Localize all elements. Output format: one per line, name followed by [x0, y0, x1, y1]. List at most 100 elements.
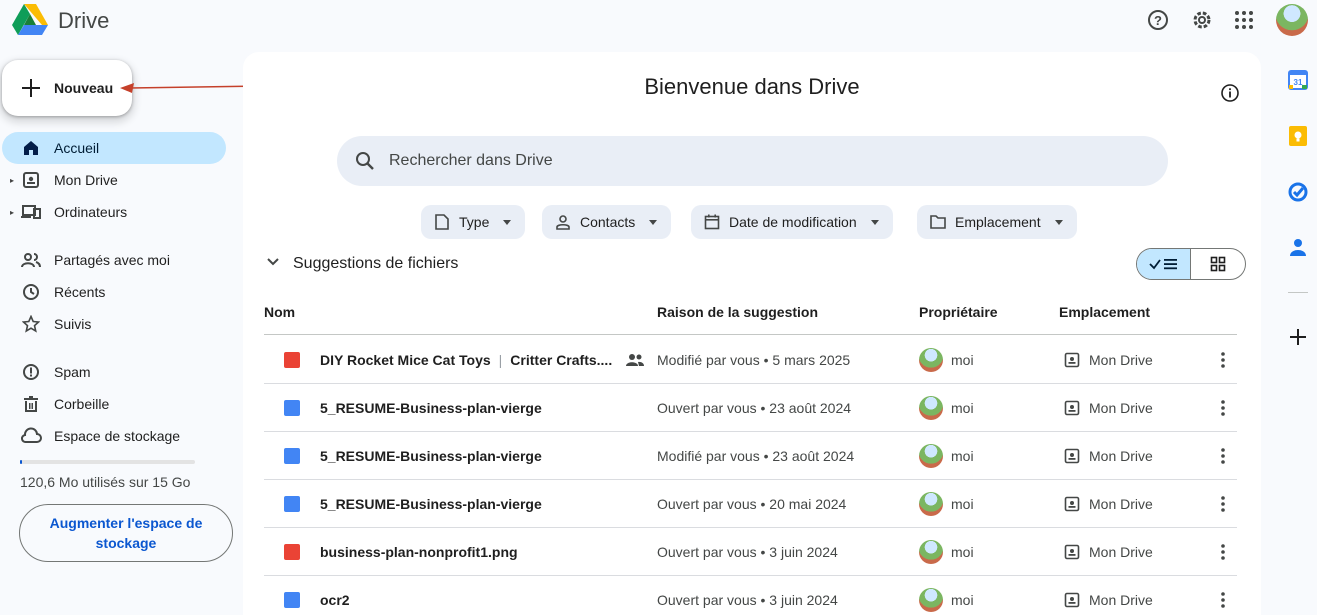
nav-item-storage[interactable]: Espace de stockage	[2, 420, 226, 452]
filter-label: Date de modification	[729, 214, 857, 230]
nav-item-shared[interactable]: Partagés avec moi	[2, 244, 226, 276]
search-icon[interactable]	[353, 149, 377, 173]
calendar-app-icon[interactable]: 31	[1287, 69, 1309, 91]
app-title[interactable]: Drive	[58, 8, 109, 34]
list-view-button[interactable]	[1137, 249, 1192, 279]
cloud-icon	[20, 425, 42, 447]
person-icon	[554, 213, 572, 231]
suggestion-reason: Ouvert par vous • 3 juin 2024	[657, 544, 838, 560]
file-location[interactable]: Mon Drive	[1089, 400, 1153, 416]
expand-caret-icon[interactable]: ▸	[10, 208, 16, 217]
nav-item-computers[interactable]: ▸ Ordinateurs	[2, 196, 226, 228]
nav-item-label: Récents	[54, 284, 106, 300]
table-row[interactable]: 5_RESUME-Business-plan-vierge Ouvert par…	[264, 480, 1237, 528]
more-vert-icon[interactable]	[1214, 350, 1232, 370]
search-input[interactable]: Rechercher dans Drive	[389, 152, 553, 170]
main-content: Bienvenue dans Drive Rechercher dans Dri…	[243, 52, 1261, 615]
settings-icon[interactable]	[1188, 6, 1216, 34]
nav-item-spam[interactable]: Spam	[2, 356, 226, 388]
nav-item-starred[interactable]: Suivis	[2, 308, 226, 340]
owner-name: moi	[951, 496, 974, 512]
chevron-down-icon	[649, 219, 658, 225]
owner-avatar	[919, 396, 943, 420]
table-header: Nom Raison de la suggestion Propriétaire…	[264, 290, 1237, 335]
storage-usage-text: 120,6 Mo utilisés sur 15 Go	[20, 474, 191, 490]
help-icon[interactable]: ?	[1144, 6, 1172, 34]
page-title: Bienvenue dans Drive	[644, 74, 860, 99]
column-header-owner: Propriétaire	[919, 304, 998, 320]
grid-view-icon	[1210, 256, 1226, 272]
nav-item-label: Suivis	[54, 316, 92, 332]
doc-file-icon	[284, 592, 300, 608]
apps-grid-icon[interactable]	[1230, 6, 1258, 34]
collapse-chevron-icon[interactable]	[265, 254, 281, 270]
my-drive-icon	[1064, 496, 1080, 512]
drive-logo-icon[interactable]	[12, 4, 48, 36]
owner-name: moi	[951, 448, 974, 464]
info-icon[interactable]	[1220, 83, 1240, 103]
my-drive-icon	[1064, 400, 1080, 416]
clock-icon	[20, 281, 42, 303]
my-drive-icon	[1064, 544, 1080, 560]
calendar-icon	[703, 213, 721, 231]
file-location[interactable]: Mon Drive	[1089, 352, 1153, 368]
file-name: business-plan-nonprofit1.png	[320, 544, 518, 560]
tasks-app-icon[interactable]	[1287, 181, 1309, 203]
file-name: ocr2	[320, 592, 350, 608]
folder-icon	[929, 213, 947, 231]
filter-date[interactable]: Date de modification	[691, 205, 893, 239]
nav-item-recent[interactable]: Récents	[2, 276, 226, 308]
owner-name: moi	[951, 352, 974, 368]
owner-name: moi	[951, 400, 974, 416]
shared-people-icon	[626, 354, 644, 366]
table-row[interactable]: business-plan-nonprofit1.png Ouvert par …	[264, 528, 1237, 576]
filter-contacts[interactable]: Contacts	[542, 205, 672, 239]
nav-item-my-drive[interactable]: ▸ Mon Drive	[2, 164, 226, 196]
column-header-name[interactable]: Nom	[264, 304, 295, 320]
more-vert-icon[interactable]	[1214, 446, 1232, 466]
column-header-location: Emplacement	[1059, 304, 1151, 320]
table-row[interactable]: ocr2 Ouvert par vous • 3 juin 2024 moi M…	[264, 576, 1237, 615]
nav-item-home[interactable]: Accueil	[2, 132, 226, 164]
svg-text:?: ?	[1154, 13, 1162, 28]
suggestion-reason: Ouvert par vous • 23 août 2024	[657, 400, 852, 416]
upgrade-storage-button[interactable]: Augmenter l'espace de stockage	[19, 504, 233, 562]
filter-location[interactable]: Emplacement	[917, 205, 1077, 239]
view-toggle	[1136, 248, 1246, 280]
more-vert-icon[interactable]	[1214, 398, 1232, 418]
more-vert-icon[interactable]	[1214, 542, 1232, 562]
file-location[interactable]: Mon Drive	[1089, 448, 1153, 464]
filter-label: Type	[459, 214, 490, 230]
table-row[interactable]: DIY Rocket Mice Cat Toys | Critter Crafts.…	[264, 336, 1237, 384]
spam-icon	[20, 361, 42, 383]
storage-usage-bar	[20, 460, 195, 464]
table-row[interactable]: 5_RESUME-Business-plan-vierge Modifié pa…	[264, 432, 1237, 480]
account-avatar[interactable]	[1276, 4, 1308, 36]
annotation-arrow	[120, 83, 260, 93]
grid-view-button[interactable]	[1191, 249, 1245, 279]
add-addon-icon[interactable]	[1287, 326, 1309, 348]
expand-caret-icon[interactable]: ▸	[10, 176, 16, 185]
file-name: 5_RESUME-Business-plan-vierge	[320, 448, 542, 464]
file-location[interactable]: Mon Drive	[1089, 496, 1153, 512]
owner-name: moi	[951, 544, 974, 560]
contacts-app-icon[interactable]	[1287, 237, 1309, 259]
file-name: 5_RESUME-Business-plan-vierge	[320, 400, 542, 416]
file-location[interactable]: Mon Drive	[1089, 544, 1153, 560]
new-button[interactable]: Nouveau	[2, 60, 132, 116]
new-button-label: Nouveau	[54, 80, 114, 96]
list-view-icon	[1148, 259, 1177, 270]
owner-avatar	[919, 540, 943, 564]
keep-app-icon[interactable]	[1287, 125, 1309, 147]
search-bar[interactable]: Rechercher dans Drive	[337, 136, 1168, 186]
table-row[interactable]: 5_RESUME-Business-plan-vierge Ouvert par…	[264, 384, 1237, 432]
nav-item-label: Ordinateurs	[54, 204, 128, 220]
column-header-reason: Raison de la suggestion	[657, 304, 819, 320]
chevron-down-icon	[870, 219, 879, 225]
more-vert-icon[interactable]	[1214, 590, 1232, 610]
file-location[interactable]: Mon Drive	[1089, 592, 1153, 608]
nav-item-trash[interactable]: Corbeille	[2, 388, 226, 420]
more-vert-icon[interactable]	[1214, 494, 1232, 514]
filter-type[interactable]: Type	[421, 205, 526, 239]
doc-file-icon	[284, 448, 300, 464]
